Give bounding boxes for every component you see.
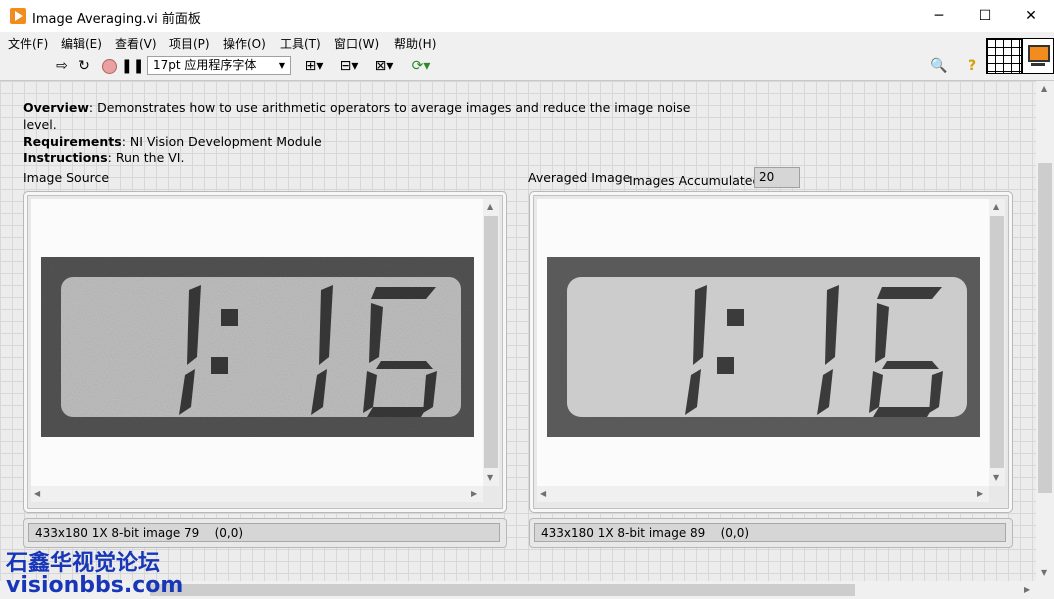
connector-pane-icon[interactable] (986, 38, 1022, 74)
scroll-thumb[interactable] (990, 216, 1004, 468)
scroll-thumb[interactable] (1038, 163, 1052, 493)
watermark-url: visionbbs.com (6, 573, 184, 598)
scroll-down-icon[interactable]: ▼ (1041, 568, 1047, 577)
image-info: 433x180 1X 8-bit image 89 (541, 526, 706, 540)
scroll-down-icon[interactable]: ▼ (993, 473, 999, 482)
image-source-status: 433x180 1X 8-bit image 79 (0,0) (23, 518, 507, 548)
scroll-right-icon[interactable]: ▶ (977, 489, 983, 498)
instructions-label: Instructions (23, 150, 108, 163)
scroll-down-icon[interactable]: ▼ (487, 473, 493, 482)
image-canvas[interactable] (31, 199, 483, 486)
font-select-value: 17pt 应用程序字体 (153, 58, 257, 72)
vi-icon[interactable] (1022, 38, 1054, 74)
panel-vertical-scrollbar[interactable]: ▲ ▼ (1036, 81, 1054, 581)
scroll-up-icon[interactable]: ▲ (487, 202, 493, 211)
menu-bar: 文件(F) 编辑(E) 查看(V) 项目(P) 操作(O) 工具(T) 窗口(W… (0, 32, 1054, 52)
menu-window[interactable]: 窗口(W) (334, 35, 379, 52)
help-icon[interactable]: ? (963, 57, 981, 75)
run-continuously-icon[interactable]: ↻ (75, 57, 93, 75)
toolbar: ⇨ ↻ ❚❚ 17pt 应用程序字体 ▼ ⊞▾ ⊟▾ ⊠▾ ⟳▾ 🔍 ? (0, 38, 1054, 81)
display-vertical-scrollbar[interactable]: ▲ ▼ (483, 199, 499, 486)
menu-help[interactable]: 帮助(H) (394, 35, 436, 52)
close-button[interactable]: ✕ (1008, 0, 1054, 32)
distribute-objects-icon[interactable]: ⊟▾ (336, 57, 362, 75)
resize-objects-icon[interactable]: ⊠▾ (371, 57, 397, 75)
display-horizontal-scrollbar[interactable]: ◀ ▶ (537, 486, 989, 502)
font-select[interactable]: 17pt 应用程序字体 ▼ (147, 56, 291, 75)
requirements-label: Requirements (23, 134, 122, 149)
title-bar: Image Averaging.vi 前面板 ─ ☐ ✕ (0, 0, 1054, 32)
image-canvas[interactable] (537, 199, 989, 486)
averaged-image-display[interactable]: ▲ ▼ ◀ ▶ (529, 191, 1013, 513)
averaged-image-status: 433x180 1X 8-bit image 89 (0,0) (529, 518, 1013, 548)
scroll-thumb[interactable] (150, 584, 855, 596)
status-field: 433x180 1X 8-bit image 89 (0,0) (534, 523, 1006, 542)
pause-icon[interactable]: ❚❚ (121, 57, 144, 75)
display-vertical-scrollbar[interactable]: ▲ ▼ (989, 199, 1005, 486)
scroll-up-icon[interactable]: ▲ (1041, 84, 1047, 93)
requirements-line: Requirements: NI Vision Development Modu… (23, 134, 322, 149)
status-field: 433x180 1X 8-bit image 79 (0,0) (28, 523, 500, 542)
image-source-display[interactable]: ▲ ▼ ◀ ▶ (23, 191, 507, 513)
maximize-button[interactable]: ☐ (962, 0, 1008, 32)
minimize-button[interactable]: ─ (916, 0, 962, 32)
pixel-coords: (0,0) (720, 526, 750, 540)
scroll-right-icon[interactable]: ▶ (471, 489, 477, 498)
image-source-label: Image Source (23, 170, 110, 185)
search-icon[interactable]: 🔍 (930, 57, 948, 75)
images-accumulated-indicator: 20 (754, 167, 800, 188)
menu-operate[interactable]: 操作(O) (223, 35, 266, 52)
instructions-line: Instructions: Run the VI. (23, 150, 184, 163)
window-title: Image Averaging.vi 前面板 (32, 12, 201, 27)
instructions-text: : Run the VI. (107, 150, 185, 163)
menu-file[interactable]: 文件(F) (8, 35, 48, 52)
overview-label: Overview (23, 100, 89, 115)
overview-line: Overview: Demonstrates how to use arithm… (23, 100, 690, 115)
scroll-thumb[interactable] (484, 216, 498, 468)
scroll-left-icon[interactable]: ◀ (540, 489, 546, 498)
lcd-image-averaged (547, 257, 980, 437)
display-horizontal-scrollbar[interactable]: ◀ ▶ (31, 486, 483, 502)
run-arrow-icon[interactable]: ⇨ (53, 57, 71, 75)
abort-icon[interactable] (100, 57, 118, 75)
scroll-up-icon[interactable]: ▲ (993, 202, 999, 211)
menu-project[interactable]: 项目(P) (169, 35, 210, 52)
reorder-icon[interactable]: ⟳▾ (408, 57, 434, 75)
chevron-down-icon: ▼ (278, 61, 285, 70)
averaged-image-label: Averaged Image (528, 170, 631, 185)
pixel-coords: (0,0) (214, 526, 244, 540)
overview-text: : Demonstrates how to use arithmetic ope… (88, 100, 691, 115)
scroll-right-icon[interactable]: ▶ (1024, 585, 1030, 594)
scroll-left-icon[interactable]: ◀ (34, 489, 40, 498)
lcd-image-noisy (41, 257, 474, 437)
overview-text-continued: level. (23, 117, 57, 132)
menu-view[interactable]: 查看(V) (115, 35, 157, 52)
image-info: 433x180 1X 8-bit image 79 (35, 526, 200, 540)
align-objects-icon[interactable]: ⊞▾ (301, 57, 327, 75)
requirements-text: : NI Vision Development Module (121, 134, 322, 149)
menu-edit[interactable]: 编辑(E) (61, 35, 102, 52)
labview-icon (10, 8, 26, 24)
images-accumulated-label: Images Accumulated (629, 173, 761, 188)
menu-tools[interactable]: 工具(T) (280, 35, 321, 52)
